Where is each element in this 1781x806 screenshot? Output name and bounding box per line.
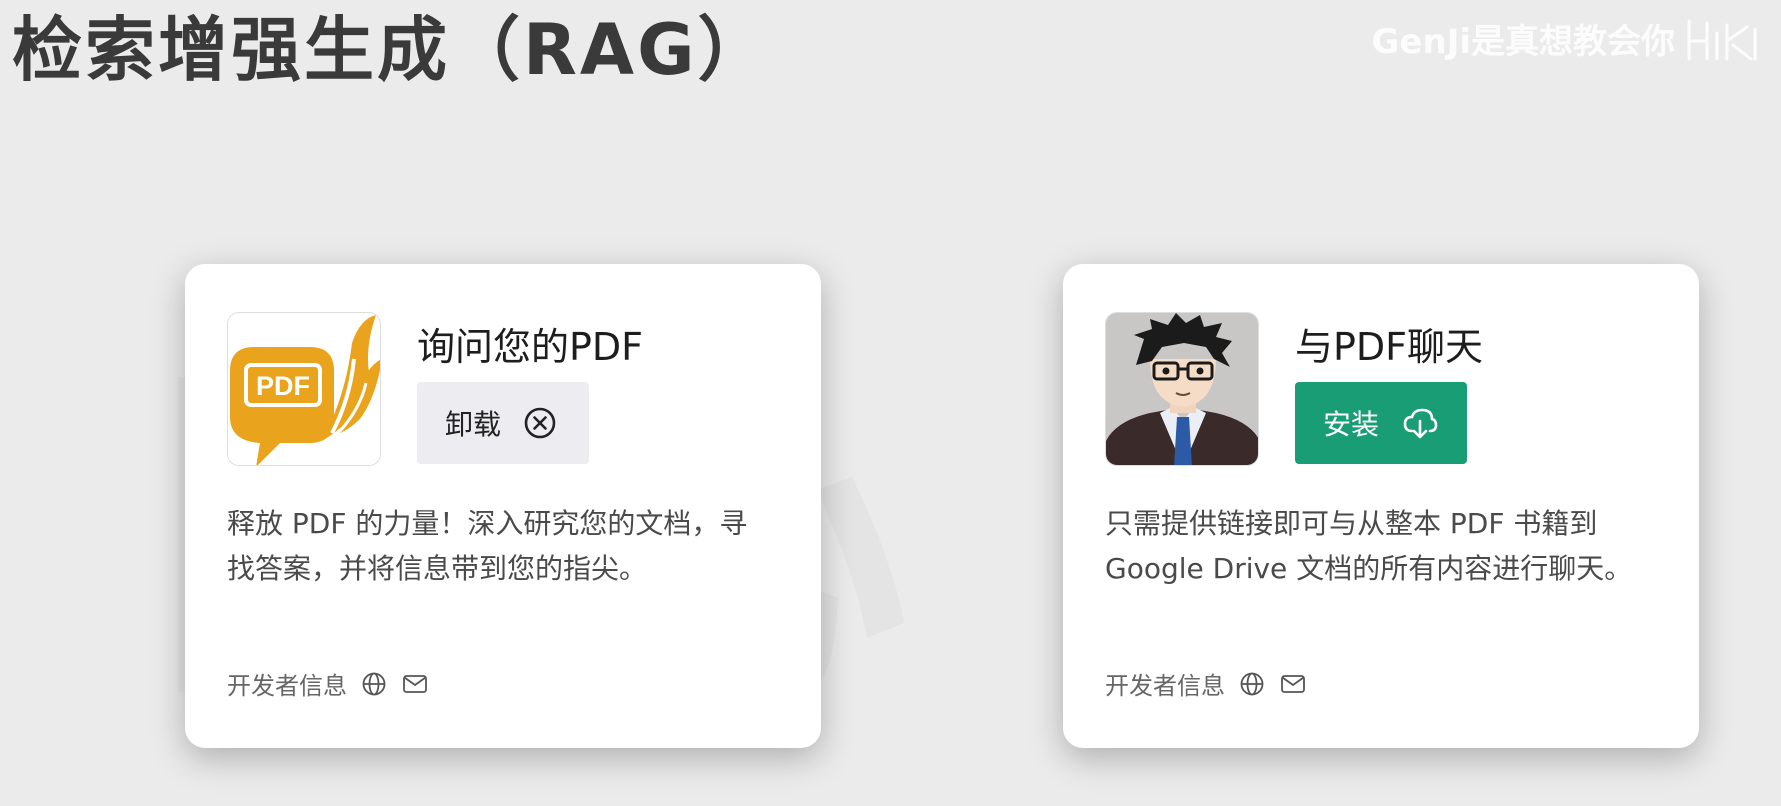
developer-info: 开发者信息 [227,666,429,701]
channel-watermark: GenJi是真想教会你 [1372,14,1763,63]
mail-icon[interactable] [401,671,429,697]
developer-info: 开发者信息 [1105,666,1307,701]
plugin-description: 释放 PDF 的力量！深入研究您的文档，寻找答案，并将信息带到您的指尖。 [227,507,748,585]
uninstall-button[interactable]: 卸载 [417,382,589,464]
plugin-description: 只需提供链接即可与从整本 PDF 书籍到 Google Drive 文档的所有内… [1105,507,1633,585]
mail-icon[interactable] [1279,671,1307,697]
uninstall-label: 卸载 [445,408,502,441]
svg-text:PDF: PDF [256,371,310,401]
developer-info-label: 开发者信息 [227,672,347,700]
plugin-name: 与PDF聊天 [1295,325,1484,369]
globe-icon[interactable] [361,671,387,697]
plugin-card-chat-with-pdf: 与PDF聊天 安装 只需提供链接即可与从整本 PDF 书籍到 Google Dr… [1063,264,1699,748]
cloud-download-icon [1401,406,1439,440]
pdf-logo-icon: PDF [227,312,381,466]
plugin-name: 询问您的PDF [417,325,644,369]
watermark-logo [1687,19,1757,60]
install-label: 安装 [1323,408,1380,441]
install-button[interactable]: 安装 [1295,382,1467,464]
plugin-card-ask-your-pdf: PDF 询问您的PDF 卸载 释放 PDF 的力量！深入研究您的文档，寻找答案，… [185,264,821,748]
circle-x-icon [523,406,557,440]
globe-icon[interactable] [1239,671,1265,697]
watermark-text: GenJi是真想教会你 [1371,22,1675,62]
anime-avatar-icon [1105,312,1259,466]
developer-info-label: 开发者信息 [1105,672,1225,700]
slide-title: 检索增强生成（RAG） [12,9,771,91]
